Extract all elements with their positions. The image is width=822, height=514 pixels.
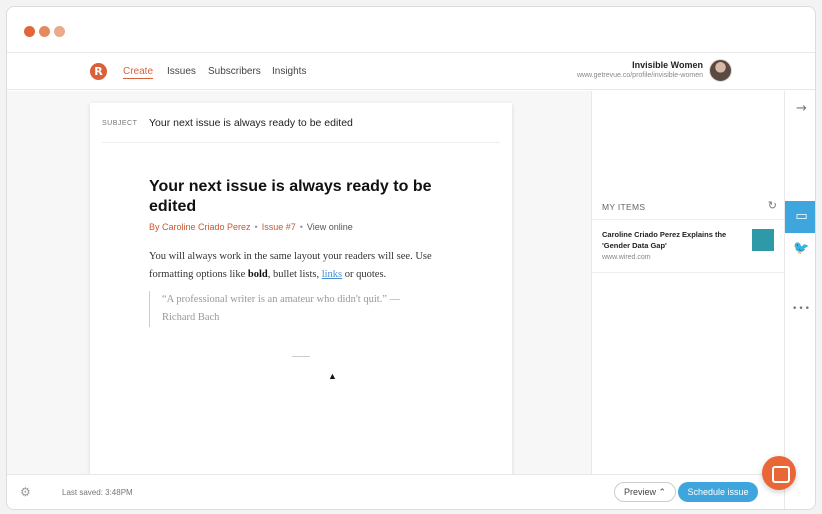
schedule-issue-button[interactable]: Schedule issue bbox=[678, 482, 758, 502]
avatar[interactable] bbox=[709, 59, 732, 82]
item-url: www.wired.com bbox=[602, 254, 651, 261]
app-window: R Create Issues Subscribers Insights Inv… bbox=[6, 6, 816, 510]
arrow-right-icon[interactable]: → bbox=[785, 93, 815, 125]
list-item[interactable]: Caroline Criado Perez Explains the 'Gend… bbox=[592, 221, 785, 273]
preview-button[interactable]: Preview ⌃ bbox=[614, 482, 676, 502]
subject-row: SUBJECT Your next issue is always ready … bbox=[102, 115, 500, 143]
inbox-icon[interactable]: ▭ bbox=[785, 201, 815, 233]
twitter-icon[interactable]: 🐦 bbox=[785, 233, 815, 265]
title-bar bbox=[7, 7, 815, 53]
chevron-up-icon: ⌃ bbox=[658, 487, 667, 497]
bold-text: bold bbox=[247, 269, 268, 280]
refresh-icon[interactable]: ↻ bbox=[768, 199, 777, 212]
close-window-button[interactable] bbox=[24, 26, 35, 37]
preview-label: Preview bbox=[623, 487, 656, 497]
maximize-window-button[interactable] bbox=[54, 26, 65, 37]
items-title: MY ITEMS bbox=[602, 202, 646, 212]
item-title: Caroline Criado Perez Explains the 'Gend… bbox=[602, 230, 727, 250]
nav-subscribers[interactable]: Subscribers bbox=[208, 66, 261, 77]
nav-issues[interactable]: Issues bbox=[167, 66, 196, 77]
profile-url[interactable]: www.getrevue.co/profile/invisible-women bbox=[577, 72, 703, 79]
minimize-window-button[interactable] bbox=[39, 26, 50, 37]
byline-issue[interactable]: Issue #7 bbox=[262, 222, 296, 232]
view-online-link[interactable]: View online bbox=[307, 222, 353, 232]
last-saved-status: Last saved: 3:48PM bbox=[62, 488, 133, 497]
profile-name[interactable]: Invisible Women bbox=[632, 60, 703, 70]
byline-author[interactable]: By Caroline Criado Perez bbox=[149, 222, 251, 232]
more-icon[interactable]: ••• bbox=[785, 293, 815, 325]
chat-icon[interactable] bbox=[762, 456, 796, 490]
top-nav: R Create Issues Subscribers Insights Inv… bbox=[7, 54, 815, 90]
item-thumbnail bbox=[752, 229, 774, 251]
subject-input[interactable]: Your next issue is always ready to be ed… bbox=[149, 117, 353, 129]
subject-label: SUBJECT bbox=[102, 120, 138, 127]
divider bbox=[292, 356, 310, 357]
issue-headline[interactable]: Your next issue is always ready to be ed… bbox=[149, 177, 479, 217]
side-rail: → ▭ 🐦 ••• bbox=[784, 91, 815, 509]
items-panel: MY ITEMS ↻ Caroline Criado Perez Explain… bbox=[591, 91, 785, 474]
revue-logo-icon[interactable]: R bbox=[90, 63, 107, 80]
blockquote[interactable]: “A professional writer is an amateur who… bbox=[149, 291, 429, 327]
mouse-cursor-icon: ▲ bbox=[328, 371, 337, 381]
issue-editor: SUBJECT Your next issue is always ready … bbox=[90, 103, 512, 483]
items-header: MY ITEMS ↻ bbox=[592, 194, 785, 220]
byline: By Caroline Criado Perez • Issue #7 • View o… bbox=[149, 222, 353, 232]
body-paragraph[interactable]: You will always work in the same layout … bbox=[149, 248, 469, 284]
nav-create[interactable]: Create bbox=[123, 66, 154, 79]
nav-insights[interactable]: Insights bbox=[272, 66, 306, 77]
bottom-bar: ⚙ Last saved: 3:48PM Preview ⌃ Schedule … bbox=[7, 474, 784, 509]
gear-icon[interactable]: ⚙ bbox=[20, 485, 31, 499]
editor-area: SUBJECT Your next issue is always ready … bbox=[7, 91, 592, 483]
links-link[interactable]: links bbox=[322, 269, 342, 280]
